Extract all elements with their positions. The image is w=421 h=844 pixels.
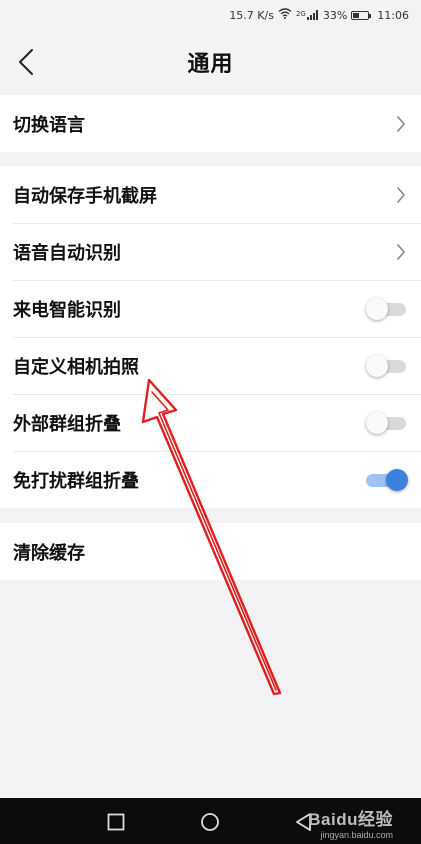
toggle-custom-camera[interactable] [366,354,406,378]
row-custom-camera: 自定义相机拍照 [0,337,421,394]
circle-icon [201,813,219,831]
back-button[interactable] [14,44,38,80]
section-cache: 清除缓存 [0,523,421,580]
watermark: Baidu经验 jingyan.baidu.com [308,805,393,840]
signal-icon: 2G [296,10,319,20]
section-settings: 自动保存手机截屏 语音自动识别 来电智能识别 自定义相机拍照 外部群组折叠 免打… [0,166,421,508]
row-label: 切换语言 [13,114,85,136]
watermark-url: jingyan.baidu.com [320,830,393,840]
battery-icon [351,10,372,20]
row-label: 语音自动识别 [13,242,121,264]
row-label: 来电智能识别 [13,299,121,321]
header: 通用 [0,30,421,94]
row-fold-external-groups: 外部群组折叠 [0,394,421,451]
watermark-brand: Baidu经验 [308,810,393,829]
net-speed: 15.7 K/s [229,8,274,22]
home-button[interactable] [200,812,220,832]
toggle-fold-external-groups[interactable] [366,411,406,435]
recent-apps-button[interactable] [106,812,126,832]
row-caller-id: 来电智能识别 [0,280,421,337]
toggle-fold-muted-groups[interactable] [366,468,408,492]
row-label: 清除缓存 [13,542,85,564]
row-fold-muted-groups: 免打扰群组折叠 [0,451,421,508]
chevron-right-icon [394,242,408,262]
row-label: 外部群组折叠 [13,413,121,435]
row-label: 自定义相机拍照 [13,356,139,378]
navigation-bar: Baidu经验 jingyan.baidu.com [0,798,421,844]
toggle-caller-id[interactable] [366,297,406,321]
chevron-right-icon [394,114,408,134]
row-auto-save-screenshot[interactable]: 自动保存手机截屏 [0,166,421,223]
square-icon [107,813,125,831]
network-type: 2G [295,10,306,18]
status-bar: 15.7 K/s 2G 33% 11:06 [0,0,421,30]
row-label: 自动保存手机截屏 [13,185,157,207]
chevron-right-icon [394,185,408,205]
row-clear-cache[interactable]: 清除缓存 [0,523,421,580]
row-label: 免打扰群组折叠 [13,470,139,492]
battery-percent: 33% [322,8,348,22]
section-language: 切换语言 [0,95,421,152]
row-switch-language[interactable]: 切换语言 [0,95,421,152]
chevron-left-icon [19,49,33,75]
clock: 11:06 [377,8,409,22]
row-voice-recognition[interactable]: 语音自动识别 [0,223,421,280]
wifi-icon [278,8,292,22]
page-title: 通用 [187,52,234,77]
